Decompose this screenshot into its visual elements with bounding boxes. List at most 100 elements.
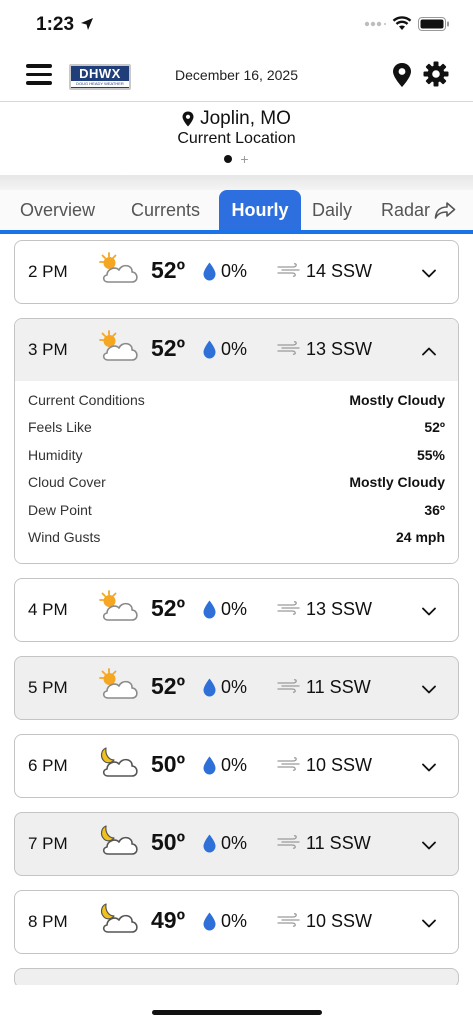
detail-value: 36º xyxy=(424,501,445,518)
wind-icon xyxy=(277,835,301,854)
detail-label: Dew Point xyxy=(28,501,92,518)
wind-speed: 14 SSW xyxy=(306,261,373,281)
hourly-row-header[interactable]: 7 PM 50º 0% 11 SSW xyxy=(15,813,458,875)
wind-speed: 10 SSW xyxy=(306,755,373,776)
detail-value: Mostly Cloudy xyxy=(349,474,445,491)
hourly-row-header[interactable]: 3 PM 52º 0% 13 SSW xyxy=(15,319,458,381)
hourly-row-header[interactable]: 2 PM 52º 0% 14 SSW xyxy=(15,241,458,303)
temperature: 50º xyxy=(151,829,185,856)
precip-drop-icon xyxy=(203,600,216,624)
detail-row: Dew Point 36º xyxy=(28,497,445,524)
temperature: 52º xyxy=(151,257,185,283)
hourly-card: 7 PM 50º 0% 11 SSW xyxy=(14,812,459,877)
temperature: 50º xyxy=(151,751,185,778)
tab-daily[interactable]: Daily xyxy=(312,190,352,230)
hourly-card: 5 PM 52º 0% 11 SSW xyxy=(14,656,459,721)
wind-speed: 13 SSW xyxy=(306,339,373,359)
hour-label: 2 PM xyxy=(28,262,68,281)
chevron-up-icon[interactable] xyxy=(422,343,436,361)
hourly-card: 2 PM 52º 0% 14 SSW xyxy=(14,240,459,304)
partly-sunny-icon xyxy=(97,251,141,292)
partly-cloudy-night-icon xyxy=(97,823,141,864)
hour-label: 5 PM xyxy=(28,678,68,698)
detail-row: Cloud Cover Mostly Cloudy xyxy=(28,469,445,496)
location-pin-icon xyxy=(182,111,194,127)
page-dot-active[interactable] xyxy=(224,155,233,163)
wind-icon xyxy=(277,757,301,776)
tab-bar: Overview Currents Hourly Daily Radar xyxy=(0,190,473,234)
partly-cloudy-night-icon xyxy=(97,745,141,786)
detail-row: Feels Like 52º xyxy=(28,414,445,441)
tab-hourly[interactable]: Hourly xyxy=(219,190,301,230)
hourly-card: 3 PM 52º 0% 13 SSW Current Conditions Mostly … xyxy=(14,318,459,565)
wind-icon xyxy=(277,263,301,282)
add-location-button[interactable]: + xyxy=(240,152,248,166)
wind-icon xyxy=(277,601,301,620)
status-time: 1:23 xyxy=(36,14,75,35)
status-bar: 1:23 xyxy=(0,0,473,50)
precip-chance: 0% xyxy=(221,833,248,854)
partly-sunny-icon xyxy=(97,589,141,630)
detail-value: 55% xyxy=(416,446,445,463)
detail-label: Wind Gusts xyxy=(28,528,101,545)
wind-icon xyxy=(277,679,301,698)
wind-speed: 11 SSW xyxy=(306,833,371,854)
detail-label: Feels Like xyxy=(28,419,92,436)
settings-gear-icon[interactable] xyxy=(423,61,449,87)
tab-radar-label: Radar xyxy=(381,200,431,220)
bottom-safe-area xyxy=(0,985,473,1024)
home-indicator[interactable] xyxy=(152,1010,322,1015)
chevron-down-icon[interactable] xyxy=(422,759,436,777)
tab-overview[interactable]: Overview xyxy=(20,190,95,230)
detail-value: 24 mph xyxy=(395,528,445,545)
precip-drop-icon xyxy=(203,912,216,936)
chevron-down-icon[interactable] xyxy=(422,265,436,283)
hour-label: 6 PM xyxy=(28,756,68,776)
location-selector[interactable]: Joplin, MO Current Location + xyxy=(0,103,473,175)
wind-icon xyxy=(277,913,301,932)
hour-label: 4 PM xyxy=(28,600,68,620)
temperature: 52º xyxy=(151,673,185,700)
location-pager: + xyxy=(0,152,473,166)
location-city: Joplin, MO xyxy=(200,108,291,129)
wifi-icon xyxy=(392,16,412,30)
hourly-row-header[interactable]: 6 PM 50º 0% 10 SSW xyxy=(15,735,458,797)
precip-drop-icon xyxy=(203,756,216,780)
hourly-forecast-list: 2 PM 52º 0% 14 SSW 3 PM 52º 0% 13 SSW Current Co… xyxy=(14,240,459,1002)
detail-label: Cloud Cover xyxy=(28,474,106,491)
detail-value: Mostly Cloudy xyxy=(349,392,445,408)
tabs-shadow xyxy=(0,175,473,191)
temperature: 52º xyxy=(151,335,185,361)
app-header: DHWX DOUG HEADY WEATHER December 16, 202… xyxy=(0,50,473,102)
precip-chance: 0% xyxy=(221,677,248,698)
tab-radar[interactable]: Radar xyxy=(381,190,456,230)
detail-row: Wind Gusts 24 mph xyxy=(28,524,445,551)
precip-drop-icon xyxy=(203,340,216,364)
tab-currents[interactable]: Currents xyxy=(131,190,200,230)
precip-chance: 0% xyxy=(221,911,248,932)
detail-label: Humidity xyxy=(28,446,83,463)
wind-speed: 11 SSW xyxy=(306,677,371,698)
precip-chance: 0% xyxy=(221,755,248,776)
battery-icon xyxy=(418,17,449,31)
hourly-card: 6 PM 50º 0% 10 SSW xyxy=(14,734,459,799)
wind-icon xyxy=(277,341,301,360)
location-pin-icon[interactable] xyxy=(392,62,412,88)
hourly-row-header[interactable]: 8 PM 49º 0% 10 SSW xyxy=(15,891,458,953)
hour-label: 7 PM xyxy=(28,834,68,854)
precip-drop-icon xyxy=(203,262,216,286)
chevron-down-icon[interactable] xyxy=(422,603,436,621)
hourly-row-header[interactable]: 4 PM 52º 0% 13 SSW xyxy=(15,579,458,641)
chevron-down-icon[interactable] xyxy=(422,915,436,933)
chevron-down-icon[interactable] xyxy=(422,837,436,855)
wind-speed: 13 SSW xyxy=(306,599,373,620)
chevron-down-icon[interactable] xyxy=(422,681,436,699)
precip-drop-icon xyxy=(203,678,216,702)
share-arrow-icon xyxy=(434,202,456,219)
hourly-details: Current Conditions Mostly Cloudy Feels Lik… xyxy=(15,381,458,564)
partly-cloudy-night-icon xyxy=(97,901,141,942)
hourly-row-header[interactable]: 5 PM 52º 0% 11 SSW xyxy=(15,657,458,719)
partly-sunny-icon xyxy=(97,329,141,370)
temperature: 52º xyxy=(151,595,185,622)
hour-label: 3 PM xyxy=(28,340,68,359)
